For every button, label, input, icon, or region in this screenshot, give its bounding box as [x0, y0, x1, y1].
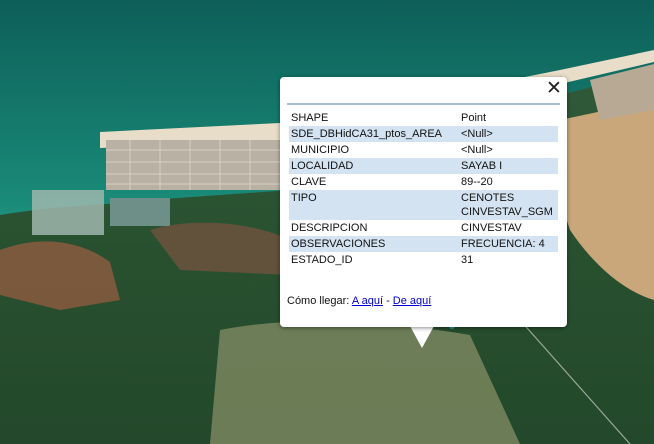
table-row: LOCALIDAD SAYAB I — [289, 158, 558, 174]
attribute-value: <Null> — [461, 144, 493, 156]
popup-pointer — [410, 326, 434, 348]
attribute-key: SDE_DBHidCA31_ptos_AREA — [289, 126, 459, 142]
table-row: OBSERVACIONES FRECUENCIA: 4 — [289, 236, 558, 252]
attribute-value: <Null> — [459, 126, 558, 142]
attribute-key: DESCRIPCION — [291, 222, 368, 234]
attribute-key: MUNICIPIO — [291, 144, 350, 156]
salt-pond-left — [32, 190, 104, 235]
table-row: TIPO CENOTES CINVESTAV_SGM — [289, 190, 558, 220]
attribute-value: FRECUENCIA: 4 — [459, 236, 558, 252]
table-row: MUNICIPIO <Null> — [289, 142, 558, 158]
directions-label: Cómo llegar: — [287, 295, 350, 307]
attribute-table: SHAPE Point SDE_DBHidCA31_ptos_AREA <Null> M… — [289, 110, 558, 268]
table-row: SDE_DBHidCA31_ptos_AREA <Null> — [289, 126, 558, 142]
attribute-value: Point — [461, 112, 487, 124]
directions-from-here-link[interactable]: De aquí — [393, 295, 432, 307]
attribute-key: SHAPE — [291, 112, 329, 124]
attribute-value: 89--20 — [461, 176, 493, 188]
table-row: SHAPE Point — [289, 110, 558, 126]
directions-separator: - — [383, 295, 393, 307]
attribute-value: CINVESTAV — [461, 222, 522, 234]
attribute-key: LOCALIDAD — [289, 158, 459, 174]
directions-to-here-link[interactable]: A aquí — [352, 295, 383, 307]
close-icon[interactable]: ✕ — [545, 79, 563, 98]
attribute-key: CLAVE — [291, 176, 327, 188]
harbor — [110, 198, 170, 226]
attribute-key: TIPO — [289, 190, 459, 220]
table-row: CLAVE 89--20 — [289, 174, 558, 190]
attribute-value: 31 — [461, 254, 474, 266]
table-row: ESTADO_ID 31 — [289, 252, 558, 268]
town-area — [106, 140, 286, 190]
popup-header-rule — [287, 103, 560, 105]
attribute-value: SAYAB I — [459, 158, 558, 174]
attribute-key: ESTADO_ID — [291, 254, 353, 266]
attribute-key: OBSERVACIONES — [289, 236, 459, 252]
table-row: DESCRIPCION CINVESTAV — [289, 220, 558, 236]
feature-info-popup: ✕ SHAPE Point SDE_DBHidCA31_ptos_AREA <Null… — [280, 77, 567, 327]
attribute-value: CENOTES CINVESTAV_SGM — [459, 190, 558, 220]
directions: Cómo llegar: A aquí - De aquí — [287, 295, 431, 307]
